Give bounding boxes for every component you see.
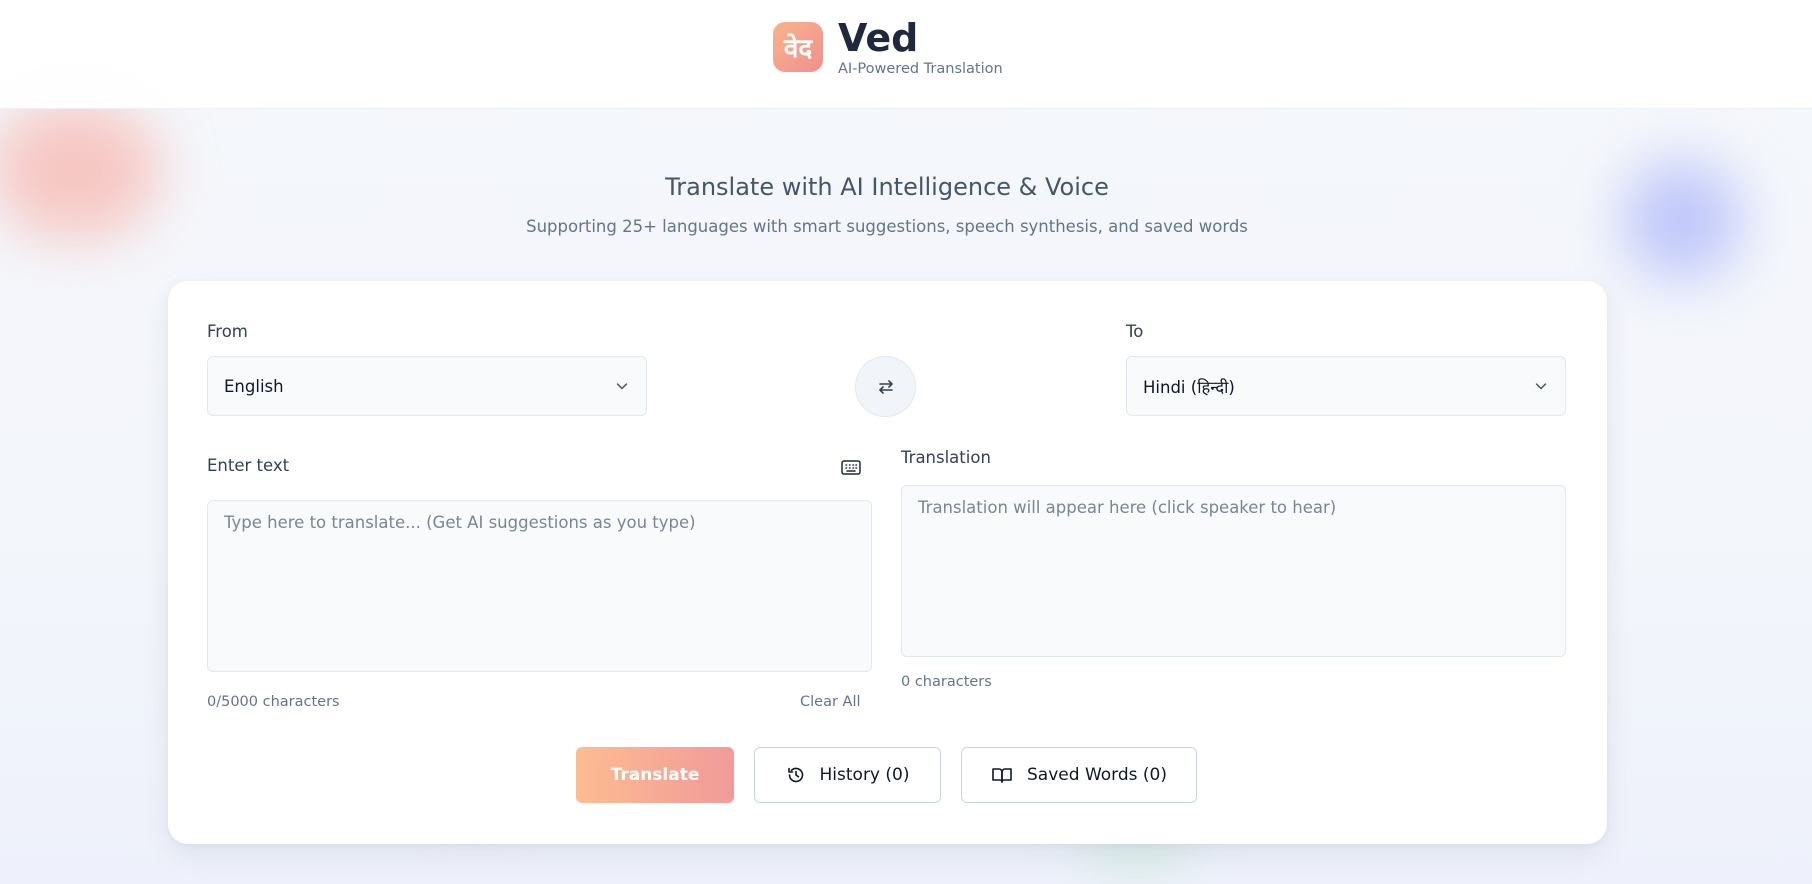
source-text-input[interactable] [207,500,872,672]
book-open-icon [992,768,1012,783]
output-label: Translation [901,448,991,467]
hero-title: Translate with AI Intelligence & Voice [665,173,1109,201]
translate-button[interactable]: Translate [576,747,734,803]
translation-output[interactable]: Translation will appear here (click spea… [901,485,1566,657]
keyboard-icon[interactable] [840,456,862,478]
app-name: Ved [838,16,919,60]
translate-button-label: Translate [610,765,700,785]
clear-all-button[interactable]: Clear All [800,692,861,712]
swap-languages-button[interactable] [855,356,916,417]
translation-placeholder: Translation will appear here (click spea… [918,498,1337,517]
to-language-select[interactable]: Hindi (हिन्दी) [1126,356,1566,416]
swap-arrows-icon [878,379,893,394]
app-tagline: AI-Powered Translation [838,61,1003,77]
translator-card: From English To Hindi (हिन्दी) Enter tex… [168,281,1607,844]
app-logo: वेद [773,22,823,72]
to-label: To [1126,322,1144,341]
from-language-select[interactable]: English [207,356,647,416]
app-header: वेद Ved AI-Powered Translation [0,0,1812,109]
output-char-count: 0 characters [901,674,992,690]
history-button[interactable]: History (0) [754,747,941,803]
to-language-value: Hindi (हिन्दी) [1143,377,1235,397]
saved-words-button[interactable]: Saved Words (0) [961,747,1197,803]
saved-words-button-label: Saved Words (0) [1027,765,1167,785]
from-label: From [207,322,248,341]
chevron-down-icon [1535,383,1547,390]
input-label: Enter text [207,456,290,475]
char-count: 0/5000 characters [207,694,340,710]
chevron-down-icon [616,383,628,390]
hero-subtitle: Supporting 25+ languages with smart sugg… [526,217,1248,236]
history-button-label: History (0) [819,765,910,785]
history-icon [787,767,803,783]
logo-text: वेद [783,34,813,64]
from-language-value: English [224,376,284,396]
